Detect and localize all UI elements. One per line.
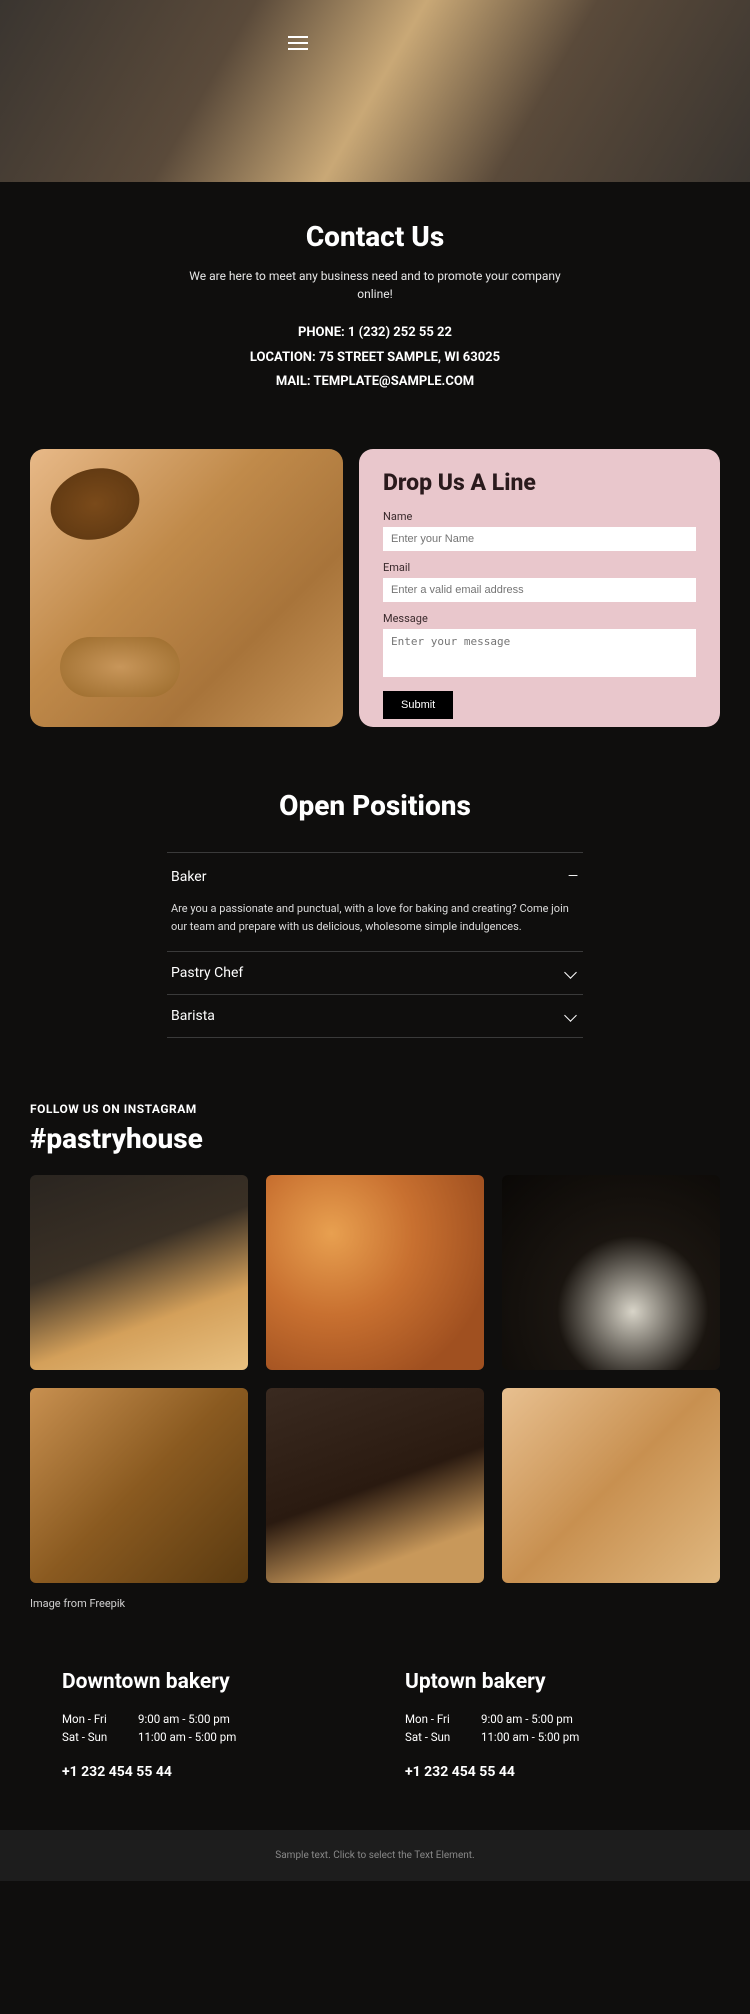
message-label: Message [383, 612, 696, 625]
contact-phone: PHONE: 1 (232) 252 55 22 [30, 321, 720, 346]
hours-row: Mon - Fri 9:00 am - 5:00 pm [405, 1710, 688, 1728]
follow-label: FOLLOW US ON INSTAGRAM [30, 1102, 720, 1116]
locations-section: Downtown bakery Mon - Fri 9:00 am - 5:00… [0, 1610, 750, 1831]
footer: Sample text. Click to select the Text El… [0, 1830, 750, 1881]
accordion-head[interactable]: Pastry Chef [167, 952, 583, 994]
hours-row: Mon - Fri 9:00 am - 5:00 pm [62, 1710, 345, 1728]
hours-days: Sat - Sun [405, 1728, 469, 1746]
location-name: Downtown bakery [62, 1670, 345, 1694]
location-phone: +1 232 454 55 44 [405, 1764, 688, 1780]
accordion: Baker – Are you a passionate and punctua… [167, 852, 583, 1038]
accordion-item-barista: Barista [167, 995, 583, 1038]
contact-title: Contact Us [30, 220, 720, 253]
form-row: Drop Us A Line Name Email Message Submit [0, 395, 750, 727]
accordion-head[interactable]: Barista [167, 995, 583, 1037]
contact-mail: MAIL: TEMPLATE@SAMPLE.COM [30, 370, 720, 395]
form-title: Drop Us A Line [383, 469, 696, 496]
hero-image [0, 0, 750, 182]
accordion-item-baker: Baker – Are you a passionate and punctua… [167, 852, 583, 952]
gallery-image[interactable] [502, 1175, 720, 1370]
chevron-down-icon [566, 1008, 579, 1024]
location-name: Uptown bakery [405, 1670, 688, 1694]
hashtag: #pastryhouse [30, 1122, 720, 1155]
accordion-item-pastry-chef: Pastry Chef [167, 952, 583, 995]
email-label: Email [383, 561, 696, 574]
contact-location: LOCATION: 75 STREET SAMPLE, WI 63025 [30, 346, 720, 371]
hours-time: 9:00 am - 5:00 pm [481, 1710, 573, 1728]
hours-days: Mon - Fri [62, 1710, 126, 1728]
instagram-section: FOLLOW US ON INSTAGRAM #pastryhouse Imag… [0, 1038, 750, 1609]
contact-tagline: We are here to meet any business need an… [185, 267, 565, 303]
email-input[interactable] [383, 578, 696, 602]
bread-image-card [30, 449, 343, 727]
submit-button[interactable]: Submit [383, 691, 453, 719]
name-input[interactable] [383, 527, 696, 551]
positions-section: Open Positions Baker – Are you a passion… [0, 727, 750, 1038]
name-label: Name [383, 510, 696, 523]
gallery-image[interactable] [30, 1388, 248, 1583]
footer-text: Sample text. Click to select the Text El… [275, 1850, 474, 1861]
hours-time: 11:00 am - 5:00 pm [481, 1728, 579, 1746]
accordion-title: Baker [171, 869, 206, 885]
contact-form-card: Drop Us A Line Name Email Message Submit [359, 449, 720, 727]
accordion-head[interactable]: Baker – [167, 853, 583, 900]
location-phone: +1 232 454 55 44 [62, 1764, 345, 1780]
gallery-image[interactable] [266, 1175, 484, 1370]
gallery-image[interactable] [266, 1388, 484, 1583]
gallery-image[interactable] [502, 1388, 720, 1583]
chevron-down-icon [566, 965, 579, 981]
message-input[interactable] [383, 629, 696, 677]
hamburger-menu-icon[interactable] [288, 36, 308, 50]
hours-time: 11:00 am - 5:00 pm [138, 1728, 236, 1746]
image-credit: Image from Freepik [30, 1597, 720, 1610]
contact-info: PHONE: 1 (232) 252 55 22 LOCATION: 75 ST… [30, 321, 720, 395]
accordion-body: Are you a passionate and punctual, with … [167, 900, 583, 951]
contact-section: Contact Us We are here to meet any busin… [0, 182, 750, 395]
hours-days: Mon - Fri [405, 1710, 469, 1728]
accordion-title: Barista [171, 1008, 215, 1024]
image-grid [30, 1175, 720, 1582]
positions-title: Open Positions [30, 789, 720, 822]
hours-time: 9:00 am - 5:00 pm [138, 1710, 230, 1728]
hours-row: Sat - Sun 11:00 am - 5:00 pm [62, 1728, 345, 1746]
location-uptown: Uptown bakery Mon - Fri 9:00 am - 5:00 p… [405, 1670, 688, 1781]
gallery-image[interactable] [30, 1175, 248, 1370]
minus-icon: – [567, 866, 579, 887]
accordion-title: Pastry Chef [171, 965, 243, 981]
hours-row: Sat - Sun 11:00 am - 5:00 pm [405, 1728, 688, 1746]
location-downtown: Downtown bakery Mon - Fri 9:00 am - 5:00… [62, 1670, 345, 1781]
hours-days: Sat - Sun [62, 1728, 126, 1746]
